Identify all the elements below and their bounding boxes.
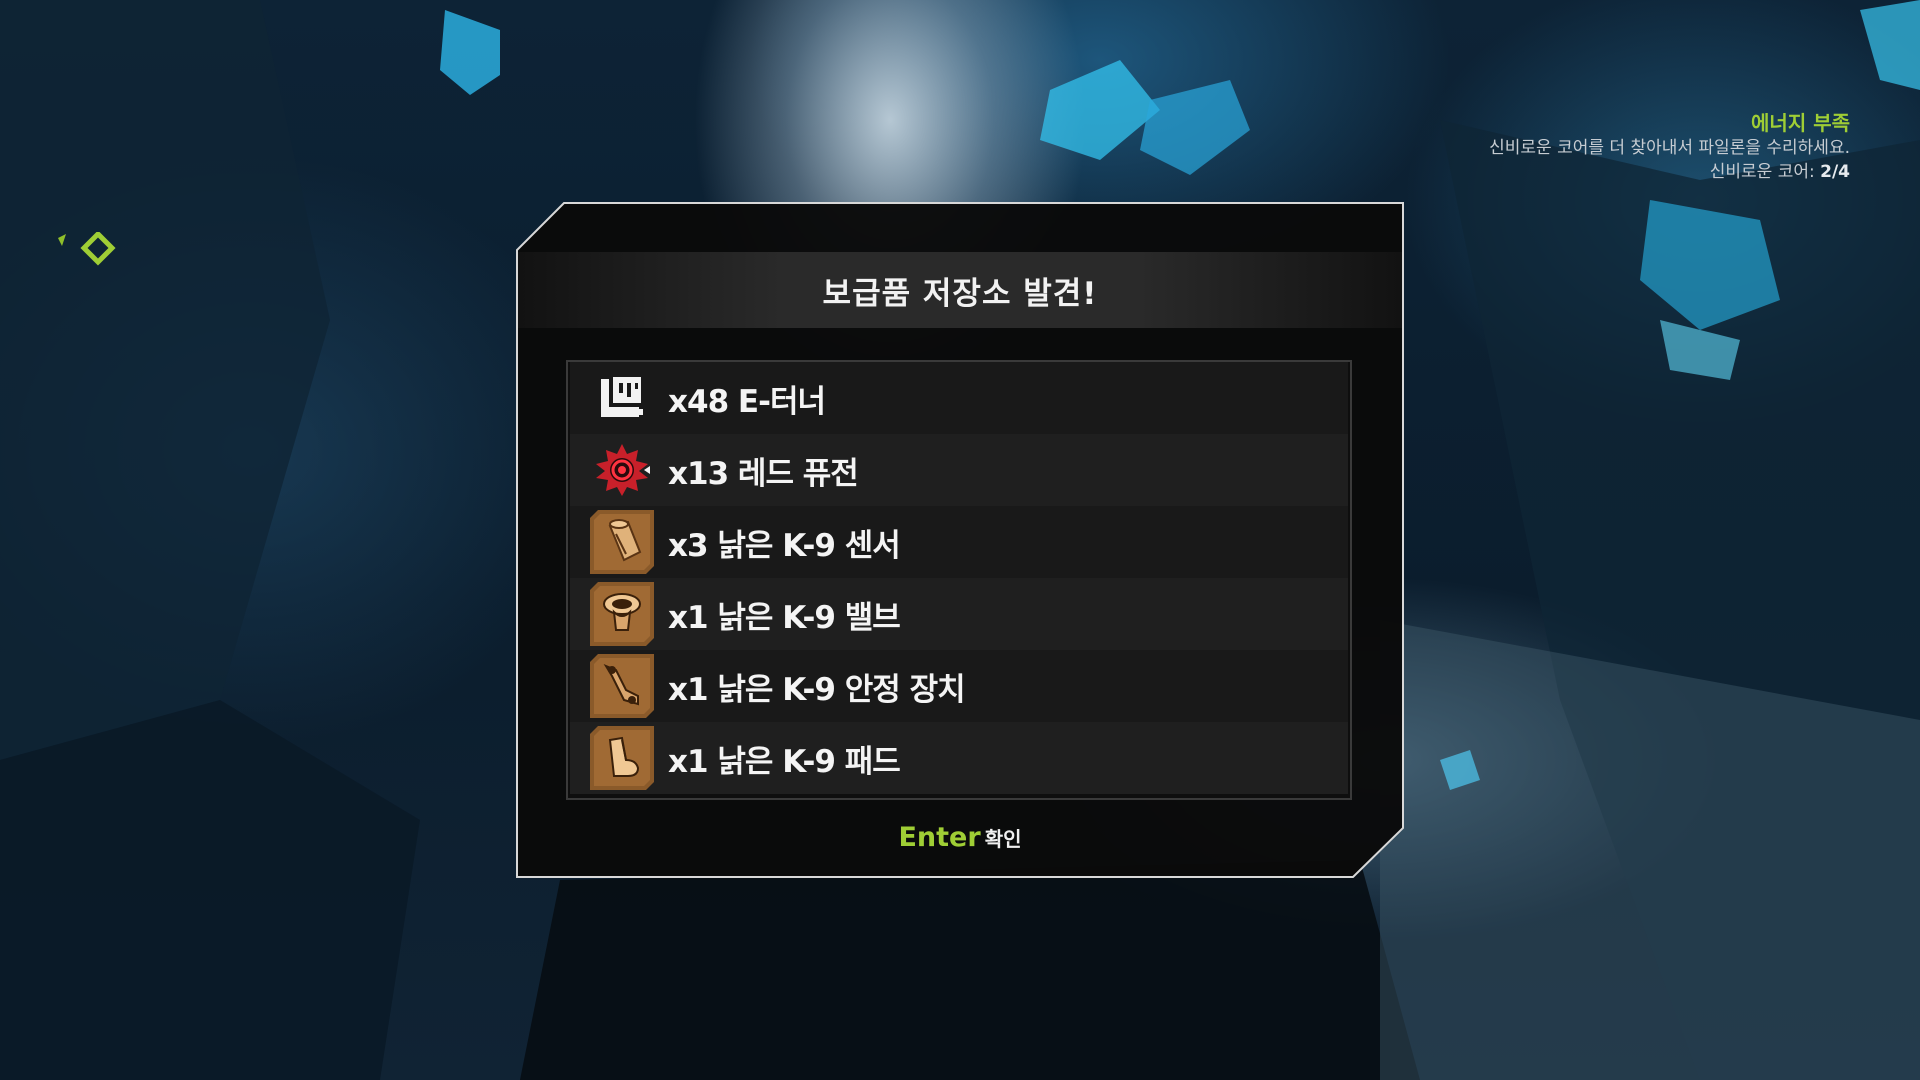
loot-item: x13 레드 퓨전 xyxy=(570,434,1348,506)
loot-item: x1 낡은 K-9 패드 xyxy=(570,722,1348,794)
objective-panel: 에너지 부족 신비로운 코어를 더 찾아내서 파일론을 수리하세요. 신비로운 … xyxy=(1489,110,1850,184)
loot-list: x48 E-터너 x13 레드 퓨전 x3 낡은 K-9 센서 x1 낡은 K-… xyxy=(566,360,1352,800)
k9-valve-icon xyxy=(590,582,654,646)
supply-cache-dialog: 보급품 저장소 발견! x48 E-터너 x13 레드 퓨전 x3 낡은 K-9… xyxy=(516,202,1404,878)
k9-pad-icon xyxy=(590,726,654,790)
k9-sensor-icon xyxy=(590,510,654,574)
objective-counter-label: 신비로운 코어: xyxy=(1709,162,1815,182)
loot-item-label: x13 레드 퓨전 xyxy=(668,455,859,492)
loot-item-label: x1 낡은 K-9 패드 xyxy=(668,743,901,780)
red-fusion-icon xyxy=(590,438,654,502)
loot-item-label: x1 낡은 K-9 밸브 xyxy=(668,599,901,636)
objective-title: 에너지 부족 xyxy=(1751,111,1850,135)
confirm-button[interactable]: Enter 확인 xyxy=(516,822,1404,853)
objective-counter-value: 2/4 xyxy=(1820,162,1850,182)
loot-item-label: x3 낡은 K-9 센서 xyxy=(668,527,901,564)
objective-description: 신비로운 코어를 더 찾아내서 파일론을 수리하세요. xyxy=(1489,138,1850,158)
loot-item-label: x1 낡은 K-9 안정 장치 xyxy=(668,671,966,708)
confirm-key[interactable]: Enter xyxy=(898,822,980,853)
dialog-title: 보급품 저장소 발견! xyxy=(822,275,1098,312)
dialog-header: 보급품 저장소 발견! xyxy=(518,252,1402,328)
loot-item-label: x48 E-터너 xyxy=(668,383,826,420)
objective-counter: 신비로운 코어: 2/4 xyxy=(1489,160,1850,184)
k9-stabilizer-icon xyxy=(590,654,654,718)
loot-item: x1 낡은 K-9 밸브 xyxy=(570,578,1348,650)
loot-item: x3 낡은 K-9 센서 xyxy=(570,506,1348,578)
loot-item: x48 E-터너 xyxy=(570,362,1348,434)
e-tuner-icon xyxy=(590,366,654,430)
waypoint-icon xyxy=(58,232,116,266)
loot-item: x1 낡은 K-9 안정 장치 xyxy=(570,650,1348,722)
confirm-label[interactable]: 확인 xyxy=(985,827,1022,851)
